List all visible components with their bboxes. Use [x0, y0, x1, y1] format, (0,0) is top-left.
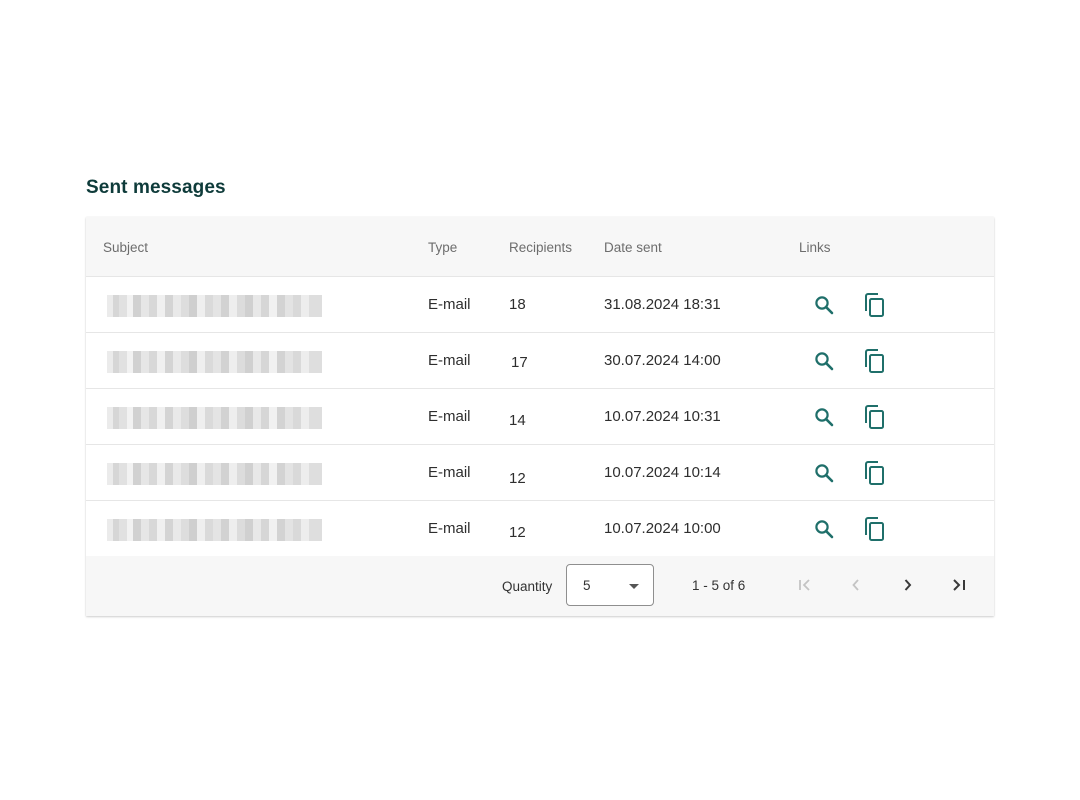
recipients-cell: 12	[509, 524, 526, 541]
type-cell: E-mail	[428, 520, 471, 537]
recipients-cell: 17	[511, 354, 528, 371]
table-header: Subject Type Recipients Date sent Links	[86, 217, 994, 277]
date-sent-cell: 10.07.2024 10:14	[604, 464, 721, 481]
column-header-subject: Subject	[103, 240, 149, 255]
quantity-value: 5	[583, 578, 591, 593]
next-page-icon[interactable]	[896, 573, 920, 597]
column-header-type: Type	[428, 240, 458, 255]
first-page-icon[interactable]	[793, 573, 817, 597]
type-cell: E-mail	[428, 464, 471, 481]
table-row: E-mail 14 10.07.2024 10:31	[86, 389, 994, 445]
last-page-icon[interactable]	[947, 573, 971, 597]
table-row: E-mail 12 10.07.2024 10:00	[86, 501, 994, 557]
type-cell: E-mail	[428, 296, 471, 313]
table-row: E-mail 18 31.08.2024 18:31	[86, 277, 994, 333]
subject-redacted	[107, 519, 322, 541]
copy-icon[interactable]	[862, 292, 888, 325]
subject-redacted	[107, 463, 322, 485]
recipients-cell: 18	[509, 296, 526, 313]
subject-redacted	[107, 351, 322, 373]
copy-icon[interactable]	[862, 404, 888, 437]
column-header-links: Links	[799, 240, 831, 255]
type-cell: E-mail	[428, 352, 471, 369]
table-row: E-mail 17 30.07.2024 14:00	[86, 333, 994, 389]
recipients-cell: 14	[509, 412, 526, 429]
page-title: Sent messages	[86, 177, 226, 198]
search-icon[interactable]	[812, 293, 836, 322]
search-icon[interactable]	[812, 405, 836, 434]
date-sent-cell: 10.07.2024 10:00	[604, 520, 721, 537]
search-icon[interactable]	[812, 461, 836, 490]
quantity-select[interactable]: 5	[566, 564, 654, 606]
column-header-date-sent: Date sent	[604, 240, 662, 255]
date-sent-cell: 30.07.2024 14:00	[604, 352, 721, 369]
search-icon[interactable]	[812, 517, 836, 546]
pagination-range: 1 - 5 of 6	[692, 578, 746, 593]
recipients-cell: 12	[509, 470, 526, 487]
copy-icon[interactable]	[862, 516, 888, 549]
subject-redacted	[107, 407, 322, 429]
caret-down-icon	[629, 584, 639, 589]
table-row: E-mail 12 10.07.2024 10:14	[86, 445, 994, 501]
subject-redacted	[107, 295, 322, 317]
quantity-label: Quantity	[502, 579, 553, 594]
column-header-recipients: Recipients	[509, 240, 573, 255]
type-cell: E-mail	[428, 408, 471, 425]
table-pagination: Quantity 5 1 - 5 of 6	[86, 556, 994, 616]
date-sent-cell: 31.08.2024 18:31	[604, 296, 721, 313]
search-icon[interactable]	[812, 349, 836, 378]
copy-icon[interactable]	[862, 348, 888, 381]
date-sent-cell: 10.07.2024 10:31	[604, 408, 721, 425]
copy-icon[interactable]	[862, 460, 888, 493]
previous-page-icon[interactable]	[844, 573, 868, 597]
sent-messages-table: Subject Type Recipients Date sent Links …	[86, 217, 994, 616]
